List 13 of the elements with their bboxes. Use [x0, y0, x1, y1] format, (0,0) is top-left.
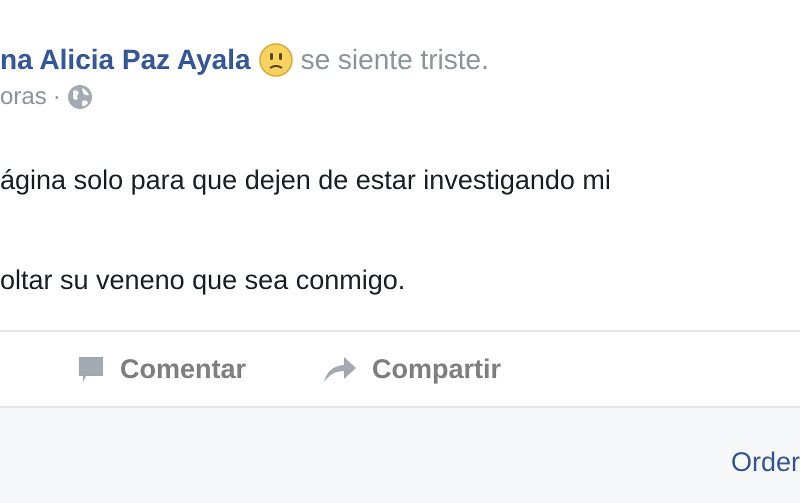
post-text: oltar su veneno que sea conmigo. [0, 264, 406, 297]
feeling-text: se siente triste. [300, 44, 489, 76]
sort-link[interactable]: Order [730, 438, 800, 478]
separator-dot: · [52, 83, 61, 111]
sad-face-icon [258, 43, 293, 77]
share-button[interactable]: Compartir [322, 354, 502, 384]
post-time[interactable]: oras [0, 83, 47, 111]
share-arrow-icon [322, 354, 358, 384]
author-name[interactable]: na Alicia Paz Ayala [0, 44, 251, 76]
globe-icon [66, 84, 93, 110]
post-text: ágina solo para que dejen de estar investigando mi [0, 164, 612, 197]
comment-button[interactable]: Comentar [76, 354, 246, 384]
speech-bubble-icon [76, 354, 106, 384]
